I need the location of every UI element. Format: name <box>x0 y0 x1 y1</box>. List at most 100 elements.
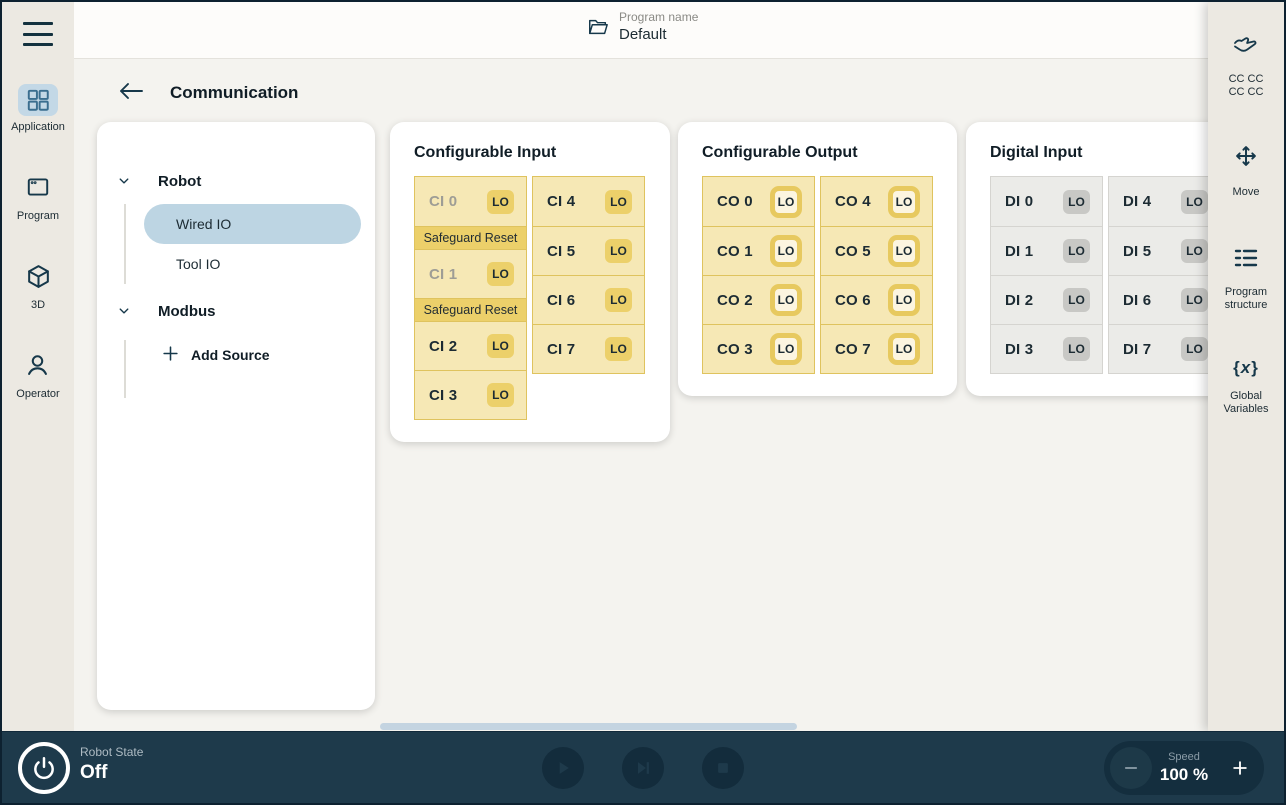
io-cell-label: DI 2 <box>1005 292 1033 309</box>
sidebar-item-freedrive[interactable]: CC CCCC CC <box>1229 32 1264 99</box>
io-state-badge: LO <box>1063 288 1090 312</box>
io-state-badge: LO <box>605 337 632 361</box>
io-grid: CO 0LOCO 1LOCO 2LOCO 3LOCO 4LOCO 5LOCO 6… <box>702 176 933 374</box>
io-state-badge: LO <box>1063 190 1090 214</box>
horizontal-scrollbar[interactable] <box>380 723 797 730</box>
io-cell: DI 2 LO <box>991 275 1102 324</box>
speed-increase-button[interactable] <box>1230 741 1250 795</box>
tree-children: Add Source <box>124 340 361 398</box>
tree-group-robot[interactable]: Robot <box>97 166 375 196</box>
sidebar-item-label: Operator <box>16 388 59 400</box>
io-card-title: Configurable Output <box>702 144 933 162</box>
io-cell-label: DI 5 <box>1123 243 1151 260</box>
io-cell: CO 7LO <box>821 324 932 373</box>
sidebar-item-application[interactable]: Application <box>11 84 65 133</box>
io-cell-label: CO 5 <box>835 243 871 260</box>
io-state-badge: LO <box>1063 239 1090 263</box>
main-content: Communication Robot Wired IO Tool IO Mod… <box>74 59 1284 731</box>
robot-state-value: Off <box>80 762 143 784</box>
io-state-badge: LO <box>487 383 514 407</box>
io-cell: CI 1LO <box>415 249 526 298</box>
tree-item-wired-io[interactable]: Wired IO <box>144 204 361 244</box>
app-window: Application Program 3D <box>0 0 1286 805</box>
add-source-button[interactable]: Add Source <box>162 340 361 370</box>
hamburger-menu-icon[interactable] <box>23 22 53 46</box>
io-cell-label: CO 3 <box>717 341 753 358</box>
sidebar-item-label: GlobalVariables <box>1223 390 1268 416</box>
tree-group-modbus[interactable]: Modbus <box>97 296 375 326</box>
program-name-value: Default <box>619 26 698 43</box>
io-cell: CI 7LO <box>533 324 644 373</box>
sidebar-item-program[interactable]: Program <box>17 171 59 222</box>
io-cell: DI 3LO <box>991 324 1102 373</box>
skip-next-button[interactable] <box>622 747 664 789</box>
io-cell: CO 4 LO <box>821 177 932 226</box>
io-state-badge: LO <box>605 239 632 263</box>
io-cell-label: CI 3 <box>429 387 457 404</box>
window-icon <box>18 171 58 203</box>
io-cell: CO 6 LO <box>821 275 932 324</box>
plus-icon <box>162 345 179 365</box>
io-toggle-button[interactable]: LO <box>888 235 920 267</box>
io-cell: DI 6LO <box>1109 275 1220 324</box>
io-cell-label: CI 6 <box>547 292 575 309</box>
io-column: CI 0LOSafeguard ResetCI 1LOSafeguard Res… <box>414 176 527 420</box>
io-card-title: Digital Input <box>990 144 1232 162</box>
io-state-badge: LO <box>605 288 632 312</box>
io-cell-label: CO 1 <box>717 243 753 260</box>
io-cell-label: DI 7 <box>1123 341 1151 358</box>
right-sidebar: CC CCCC CC Move Programstructure {x} <box>1208 2 1284 731</box>
io-card-title: Configurable Input <box>414 144 646 162</box>
sidebar-item-label: CC CCCC CC <box>1229 73 1264 99</box>
person-icon <box>18 349 58 381</box>
io-toggle-button[interactable]: LO <box>888 186 920 218</box>
sidebar-item-label: Application <box>11 121 65 133</box>
robot-state: Robot State Off <box>80 745 143 784</box>
io-toggle-button[interactable]: LO <box>770 235 802 267</box>
cube-icon <box>18 260 58 292</box>
program-name-label: Program name <box>619 10 698 24</box>
io-cell: CI 2LO <box>415 321 526 370</box>
sidebar-item-label: Move <box>1233 186 1260 199</box>
io-cell-label: DI 6 <box>1123 292 1151 309</box>
io-cell-label: DI 3 <box>1005 341 1033 358</box>
io-cell: CI 6 LO <box>533 275 644 324</box>
io-toggle-button[interactable]: LO <box>888 333 920 365</box>
io-toggle-button[interactable]: LO <box>770 284 802 316</box>
play-button[interactable] <box>542 747 584 789</box>
sidebar-item-global-variables[interactable]: {x} GlobalVariables <box>1223 358 1268 416</box>
sidebar-item-label: Program <box>17 210 59 222</box>
back-button[interactable] <box>118 81 144 101</box>
power-button[interactable] <box>18 742 70 794</box>
io-source-tree: Robot Wired IO Tool IO Modbus Add Source <box>97 122 375 710</box>
io-toggle-button[interactable]: LO <box>770 186 802 218</box>
sidebar-item-label: 3D <box>31 299 45 311</box>
io-cell-label: CO 4 <box>835 193 871 210</box>
stop-button[interactable] <box>702 747 744 789</box>
io-state-badge: LO <box>605 190 632 214</box>
io-cell-label: DI 1 <box>1005 243 1033 260</box>
io-cell: DI 4LO <box>1109 177 1220 226</box>
program-name-button[interactable]: Program name Default <box>586 10 698 43</box>
io-toggle-button[interactable]: LO <box>770 333 802 365</box>
io-grid: DI 0LODI 1LODI 2LODI 3LODI 4LODI 5LODI 6… <box>990 176 1232 374</box>
sidebar-item-operator[interactable]: Operator <box>16 349 59 400</box>
sidebar-item-program-structure[interactable]: Programstructure <box>1225 247 1268 312</box>
sidebar-item-3d[interactable]: 3D <box>18 260 58 311</box>
io-card: Configurable Input CI 0LOSafeguard ResetC… <box>390 122 670 442</box>
io-state-badge: LO <box>487 262 514 286</box>
io-state-badge: LO <box>1181 337 1208 361</box>
io-cell-label: CO 0 <box>717 193 753 210</box>
variables-icon: {x} <box>1233 358 1259 378</box>
io-column: DI 4LO DI 5 LO DI 6LO DI 7 LO <box>1108 176 1221 374</box>
tree-item-tool-io[interactable]: Tool IO <box>144 244 361 284</box>
top-bar: Program name Default <box>74 2 1284 59</box>
io-grid: CI 0LOSafeguard ResetCI 1LOSafeguard Res… <box>414 176 646 420</box>
io-state-badge: LO <box>487 190 514 214</box>
grid-icon <box>18 84 58 116</box>
sidebar-item-move[interactable]: Move <box>1233 143 1260 199</box>
io-toggle-button[interactable]: LO <box>888 284 920 316</box>
io-cell-label: CO 6 <box>835 292 871 309</box>
move-arrows-icon <box>1233 143 1259 174</box>
io-state-badge: LO <box>1181 239 1208 263</box>
